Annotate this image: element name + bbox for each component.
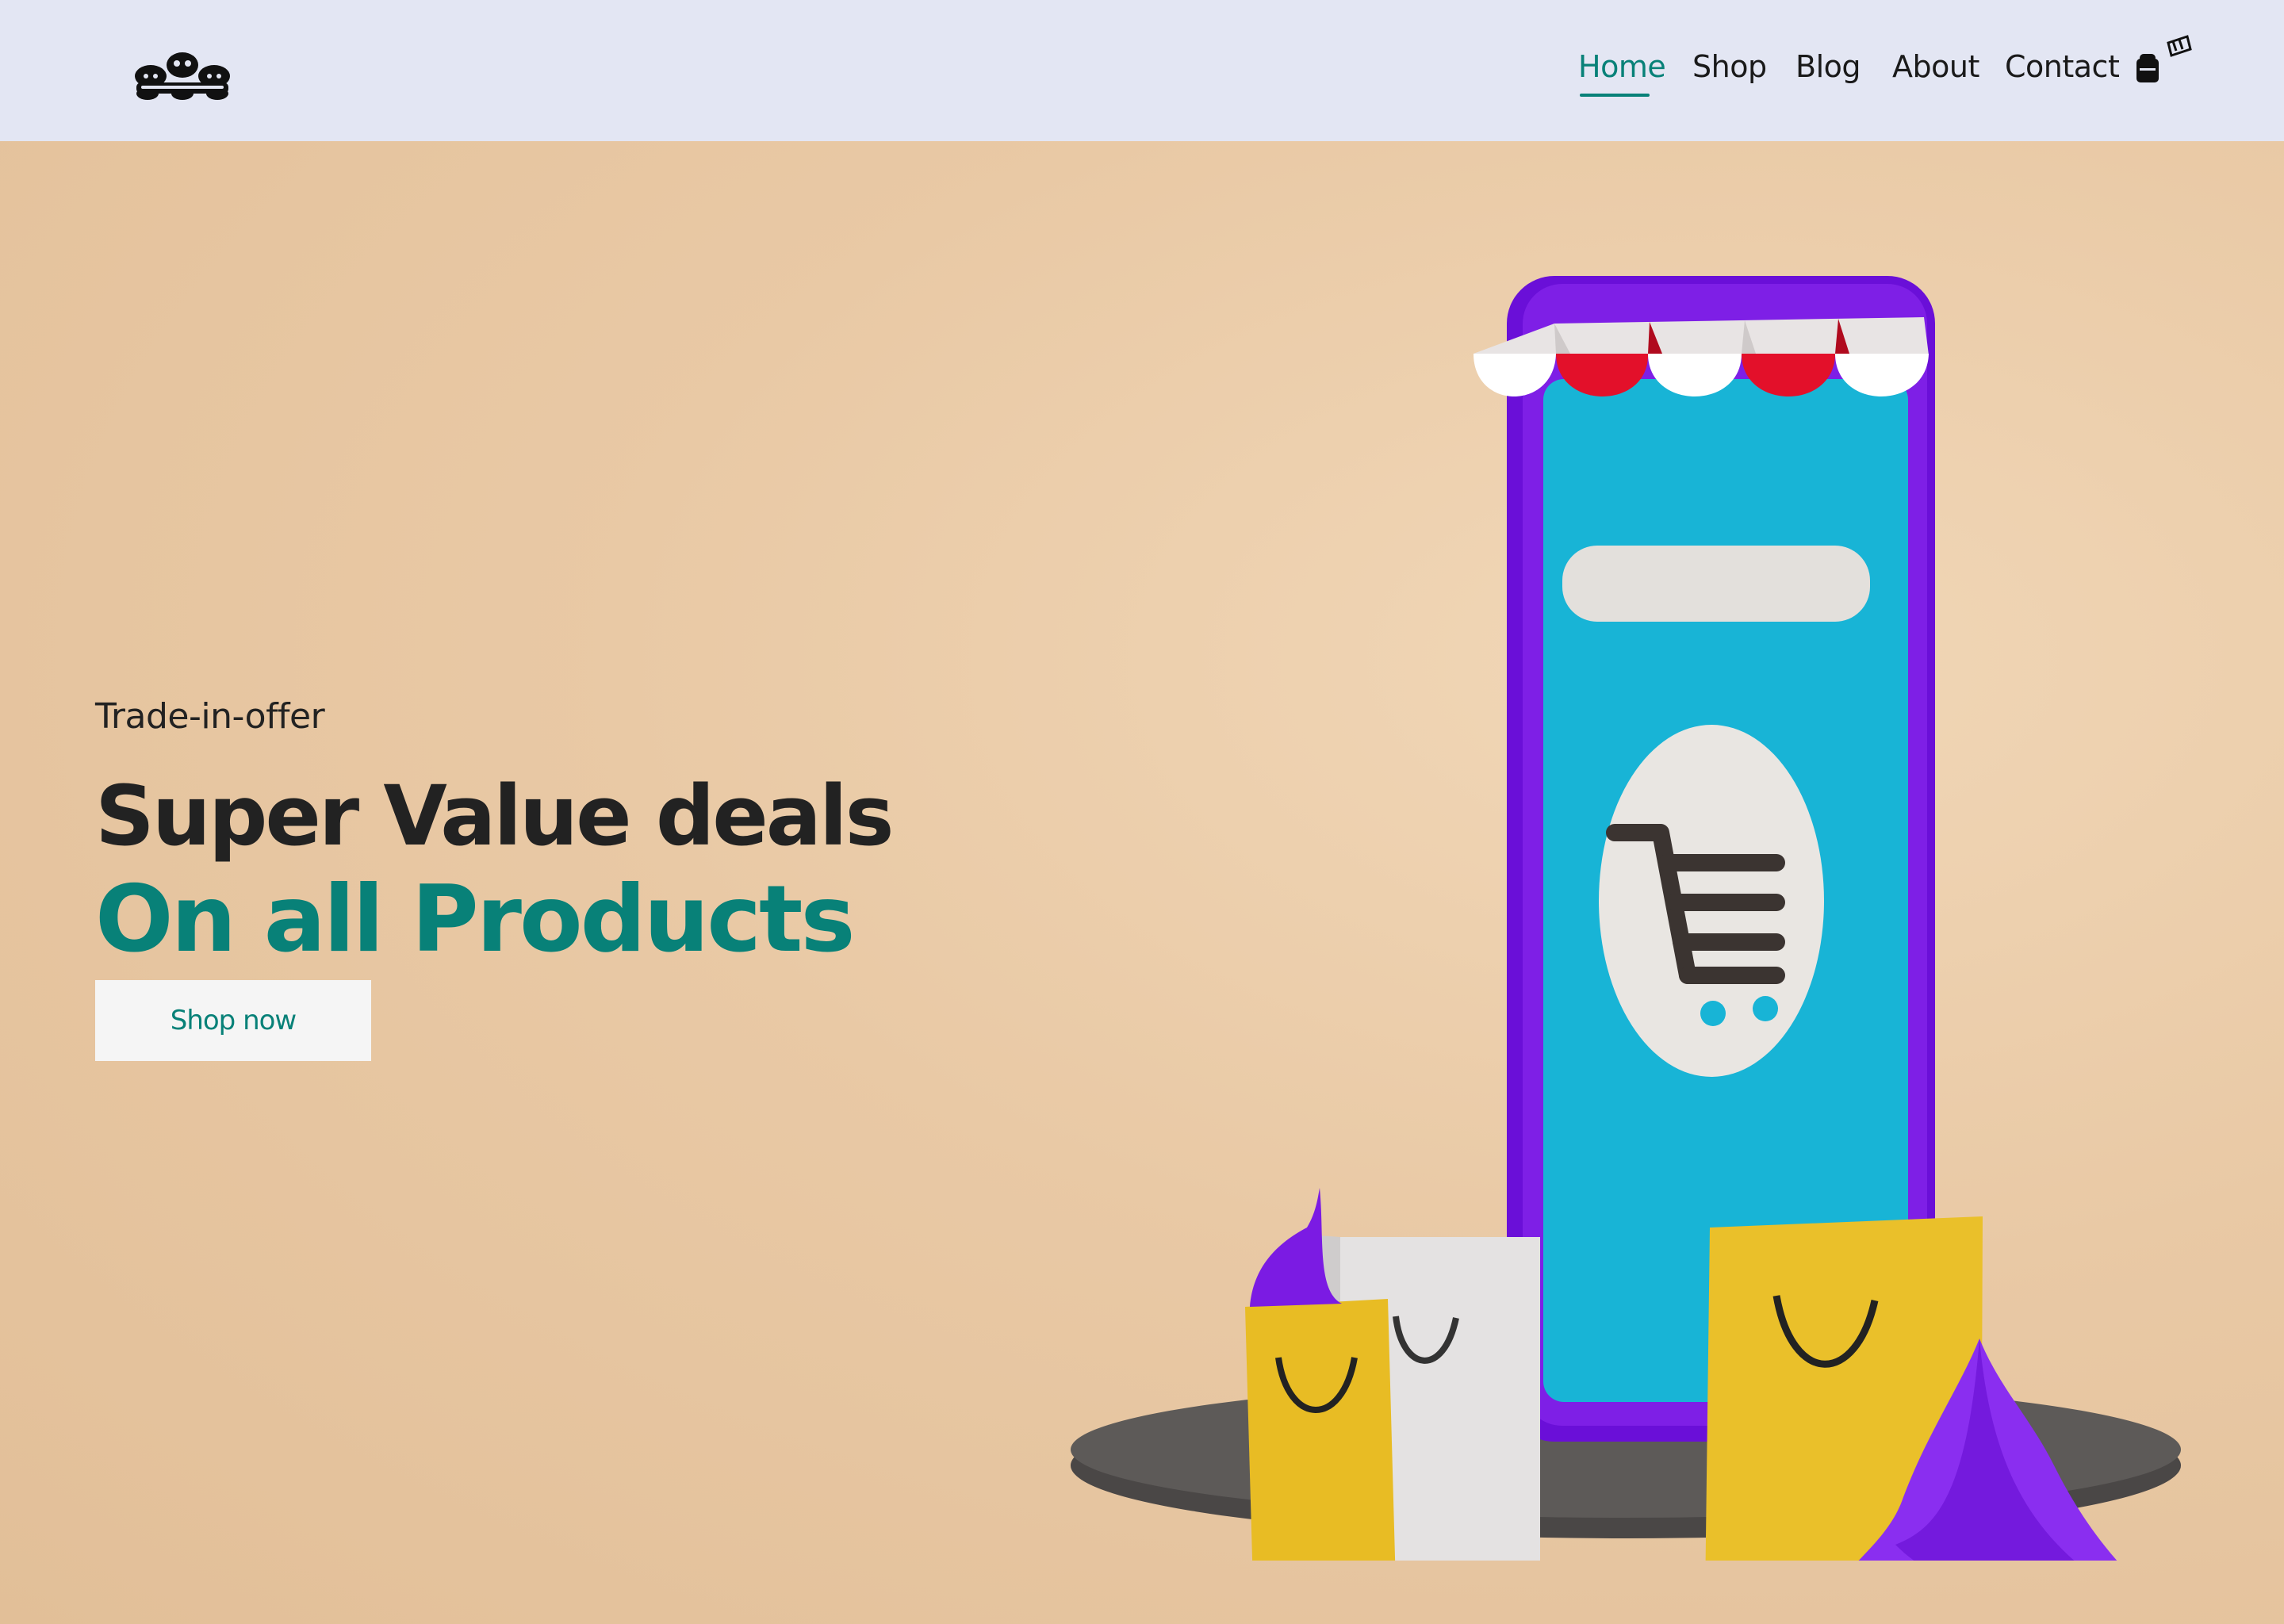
hero-subheadline: On all Products [95,866,856,973]
site-logo[interactable] [133,48,232,100]
nav-about-label: About [1892,49,1979,84]
online-store-phone-illustration [1071,276,2181,1561]
active-indicator [1580,94,1650,97]
nav-about[interactable]: About [1892,49,1979,84]
nav-home-label: Home [1578,49,1666,84]
nav-contact[interactable]: Contact [2005,49,2120,84]
nav-shop-label: Shop [1692,49,1767,84]
nav-blog[interactable]: Blog [1795,49,1861,84]
nav-blog-label: Blog [1795,49,1861,84]
nav-home[interactable]: Home [1578,49,1666,97]
shopping-bag-icon[interactable] [2133,32,2194,87]
shop-now-button[interactable]: Shop now [95,980,371,1061]
nav-shop[interactable]: Shop [1692,49,1767,84]
hero-kicker: Trade-in-offer [95,696,325,737]
site-header: Home Shop Blog About Contact [0,0,2284,141]
hero-headline: Super Value deals [95,768,895,864]
nav-contact-label: Contact [2005,49,2120,84]
hero-section: Trade-in-offer Super Value deals On all … [0,141,2284,1624]
